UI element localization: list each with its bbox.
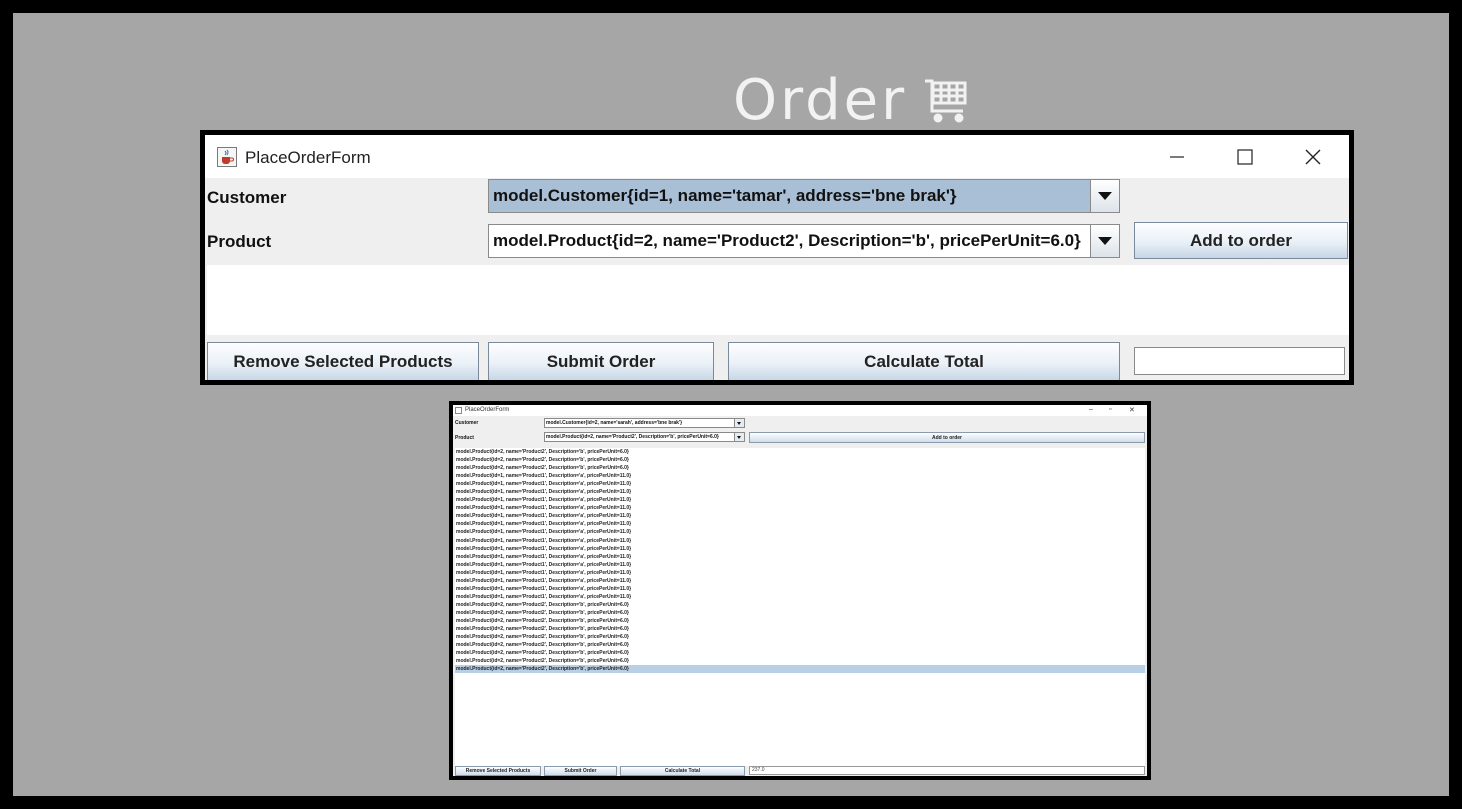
product-combo-value: model.Product{id=2, name='Product2', Des…: [493, 231, 1081, 250]
list-item[interactable]: model.Product{id=1, name='Product1', Des…: [455, 496, 1145, 504]
submit-order-button[interactable]: Submit Order: [488, 342, 714, 380]
place-order-window: PlaceOrderForm Customer model.Customer{i…: [200, 130, 1354, 385]
title-bar[interactable]: PlaceOrderForm: [205, 135, 1349, 178]
list-item[interactable]: model.Product{id=1, name='Product1', Des…: [455, 561, 1145, 569]
list-item[interactable]: model.Product{id=2, name='Product2', Des…: [455, 464, 1145, 472]
list-item[interactable]: model.Product{id=1, name='Product1', Des…: [455, 488, 1145, 496]
chevron-down-icon[interactable]: [734, 433, 744, 441]
list-item[interactable]: model.Product{id=2, name='Product2', Des…: [455, 649, 1145, 657]
list-item[interactable]: model.Product{id=2, name='Product2', Des…: [455, 641, 1145, 649]
java-cup-icon: [217, 147, 237, 167]
list-item[interactable]: model.Product{id=2, name='Product2', Des…: [455, 657, 1145, 665]
list-item[interactable]: model.Product{id=2, name='Product2', Des…: [455, 601, 1145, 609]
submit-order-button[interactable]: Submit Order: [544, 766, 617, 776]
list-item[interactable]: model.Product{id=2, name='Product2', Des…: [455, 633, 1145, 641]
list-item[interactable]: model.Product{id=1, name='Product1', Des…: [455, 520, 1145, 528]
close-icon[interactable]: ✕: [1129, 406, 1135, 414]
chevron-down-icon[interactable]: [1090, 180, 1119, 212]
maximize-icon[interactable]: [1233, 145, 1257, 169]
product-combo[interactable]: model.Product{id=2, name='Product2', Des…: [544, 432, 745, 442]
customer-combo[interactable]: model.Customer{id=1, name='tamar', addre…: [488, 179, 1120, 213]
customer-combo[interactable]: model.Customer{id=2, name='sarah', addre…: [544, 418, 745, 428]
list-item[interactable]: model.Product{id=1, name='Product1', Des…: [455, 537, 1145, 545]
list-item[interactable]: model.Product{id=1, name='Product1', Des…: [455, 577, 1145, 585]
order-items-list[interactable]: [207, 265, 1349, 335]
list-item[interactable]: model.Product{id=1, name='Product1', Des…: [455, 569, 1145, 577]
product-label: Product: [455, 435, 474, 441]
list-item[interactable]: model.Product{id=2, name='Product2', Des…: [455, 609, 1145, 617]
list-item[interactable]: model.Product{id=1, name='Product1', Des…: [455, 528, 1145, 536]
list-item[interactable]: model.Product{id=1, name='Product1', Des…: [455, 512, 1145, 520]
customer-label: Customer: [455, 420, 479, 426]
order-items-list[interactable]: model.Product{id=2, name='Product2', Des…: [455, 448, 1145, 766]
heading-title: Order: [733, 67, 908, 133]
list-item[interactable]: model.Product{id=2, name='Product2', Des…: [455, 665, 1145, 674]
slide-heading: Order: [733, 65, 969, 135]
customer-label: Customer: [207, 188, 287, 207]
add-to-order-button[interactable]: Add to order: [1134, 222, 1348, 259]
list-item[interactable]: model.Product{id=1, name='Product1', Des…: [455, 593, 1145, 601]
list-item[interactable]: model.Product{id=1, name='Product1', Des…: [455, 545, 1145, 553]
list-item[interactable]: model.Product{id=1, name='Product1', Des…: [455, 480, 1145, 488]
chevron-down-icon[interactable]: [734, 419, 744, 427]
product-combo-value: model.Product{id=2, name='Product2', Des…: [546, 434, 719, 440]
list-item[interactable]: model.Product{id=2, name='Product2', Des…: [455, 456, 1145, 464]
list-item[interactable]: model.Product{id=2, name='Product2', Des…: [455, 625, 1145, 633]
add-to-order-button[interactable]: Add to order: [749, 432, 1145, 443]
list-item[interactable]: model.Product{id=2, name='Product2', Des…: [455, 617, 1145, 625]
list-item[interactable]: model.Product{id=1, name='Product1', Des…: [455, 553, 1145, 561]
chevron-down-icon[interactable]: [1090, 225, 1119, 257]
title-bar[interactable]: PlaceOrderForm – ▫ ✕: [453, 405, 1147, 416]
close-icon[interactable]: [1301, 145, 1325, 169]
window-content: PlaceOrderForm – ▫ ✕ Customer model.Cust…: [453, 405, 1147, 776]
calculate-total-button[interactable]: Calculate Total: [728, 342, 1120, 380]
maximize-icon[interactable]: ▫: [1109, 406, 1111, 413]
place-order-window-filled: PlaceOrderForm – ▫ ✕ Customer model.Cust…: [449, 401, 1151, 780]
window-title: PlaceOrderForm: [245, 148, 371, 167]
total-field[interactable]: 237.0: [749, 766, 1145, 775]
total-field[interactable]: [1134, 347, 1345, 375]
calculate-total-button[interactable]: Calculate Total: [620, 766, 745, 776]
window-title: PlaceOrderForm: [465, 407, 510, 413]
list-item[interactable]: model.Product{id=1, name='Product1', Des…: [455, 504, 1145, 512]
list-item[interactable]: model.Product{id=1, name='Product1', Des…: [455, 585, 1145, 593]
product-label: Product: [207, 232, 272, 251]
customer-combo-value: model.Customer{id=1, name='tamar', addre…: [493, 186, 957, 205]
minimize-icon[interactable]: –: [1089, 406, 1093, 413]
window-content: PlaceOrderForm Customer model.Customer{i…: [205, 135, 1349, 380]
java-cup-icon: [455, 407, 462, 414]
minimize-icon[interactable]: [1165, 145, 1189, 169]
product-combo[interactable]: model.Product{id=2, name='Product2', Des…: [488, 224, 1120, 258]
remove-selected-products-button[interactable]: Remove Selected Products: [455, 766, 541, 776]
list-item[interactable]: model.Product{id=2, name='Product2', Des…: [455, 448, 1145, 456]
list-item[interactable]: model.Product{id=1, name='Product1', Des…: [455, 472, 1145, 480]
customer-combo-value: model.Customer{id=2, name='sarah', addre…: [546, 420, 683, 426]
shopping-cart-icon: [925, 79, 967, 123]
remove-selected-products-button[interactable]: Remove Selected Products: [207, 342, 479, 380]
